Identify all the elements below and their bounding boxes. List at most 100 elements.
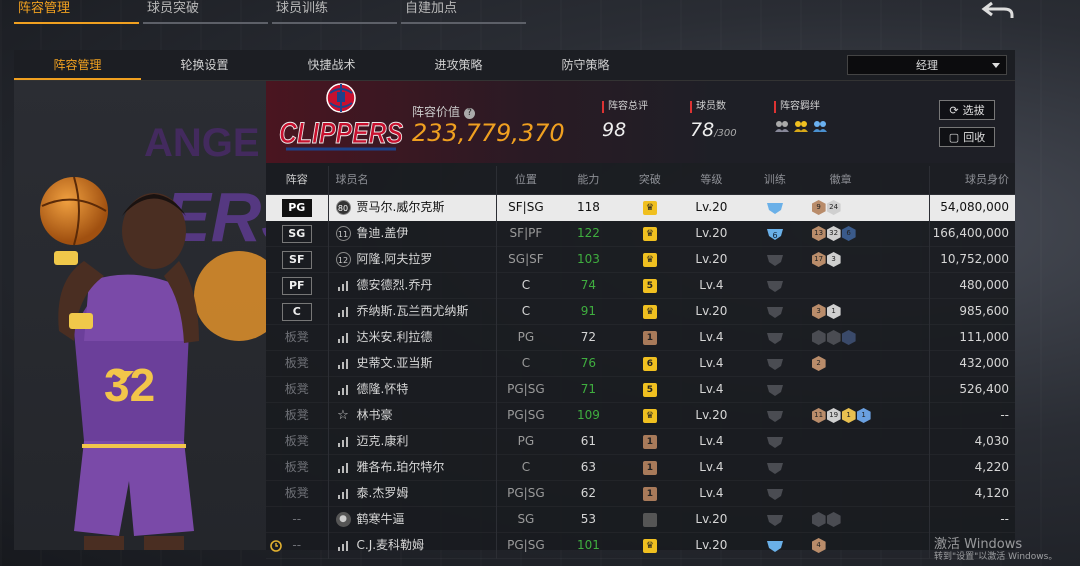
sub-tab-offense-strategy[interactable]: 进攻策略: [395, 50, 522, 80]
breakthrough-cell: 1: [619, 325, 681, 350]
badges-cell: [808, 273, 891, 298]
badge-hex-icon: 1: [841, 408, 856, 423]
table-row[interactable]: PG 80 贾马尔.威尔克斯 SF|SG 118 ♛ Lv.20 9 24 54,0…: [266, 195, 1015, 221]
lineup-bond-stat[interactable]: 阵容羁绊: [774, 101, 828, 133]
player-ability: 71: [580, 382, 597, 396]
bond-group-icon: [794, 121, 808, 132]
player-level: Lv.20: [695, 226, 728, 240]
lineup-slot-cell: 板凳: [266, 351, 328, 376]
sub-tab-defense-strategy[interactable]: 防守策略: [522, 50, 649, 80]
player-ability: 91: [580, 304, 597, 318]
column-divider: [496, 166, 497, 559]
training-shield-icon: [766, 332, 783, 344]
player-name: 雅各布.珀尔特尔: [356, 460, 445, 474]
badges-cell: 2: [808, 351, 891, 376]
table-row[interactable]: SF 12 阿隆.阿夫拉罗 SG|SF 103 ♛ Lv.20 17 3 10,75…: [266, 247, 1015, 273]
player-value: 4,030: [974, 434, 1009, 448]
svg-text:6: 6: [772, 231, 777, 240]
breakthrough-crown-icon: ♛: [642, 408, 657, 423]
training-cell: [742, 325, 807, 350]
table-row[interactable]: 板凳 德隆.怀特 PG|SG 71 5 Lv.4 526,400: [266, 377, 1015, 403]
lineup-slot-cell: 板凳: [266, 403, 328, 428]
badge-hex-icon: 19: [826, 408, 841, 423]
breakthrough-crown-icon: ♛: [642, 200, 657, 215]
table-row[interactable]: 板凳 ☆ 林书豪 PG|SG 109 ♛ Lv.20 11 19 1 1 --: [266, 403, 1015, 429]
badges-cell: [808, 507, 891, 532]
lineup-value-label: 阵容价值?: [412, 103, 476, 120]
player-position: PG: [517, 330, 535, 344]
lineup-bond-label: 阵容羁绊: [774, 101, 828, 113]
top-tab-lineup[interactable]: 阵容管理: [14, 0, 139, 24]
player-level: Lv.20: [695, 512, 728, 526]
table-row[interactable]: -- C.J.麦科勒姆 PG|SG 101 ♛ Lv.20 4: [266, 533, 1015, 559]
lineup-slot: --: [292, 512, 302, 526]
featured-player-portrait[interactable]: ANGE ERS 32: [14, 81, 266, 550]
table-row[interactable]: 板凳 史蒂文.亚当斯 C 76 6 Lv.4 2 432,000: [266, 351, 1015, 377]
lineup-slot-cell: 板凳: [266, 481, 328, 506]
signal-bars-icon: [337, 281, 348, 291]
signal-bars-icon: [337, 489, 348, 499]
table-row[interactable]: 板凳 泰.杰罗姆 PG|SG 62 1 Lv.4 4,120: [266, 481, 1015, 507]
signal-bars-icon: [337, 385, 348, 395]
badge-hex-icon: 17: [811, 252, 826, 267]
top-tab-breakthrough[interactable]: 球员突破: [143, 0, 268, 24]
signal-bars-icon: [337, 333, 348, 343]
player-count-number: 78: [690, 119, 715, 141]
badge-hex-icon: 9: [811, 200, 826, 215]
training-shield-icon: [766, 540, 783, 552]
breakthrough-crown-icon: ♛: [642, 226, 657, 241]
player-number-icon: 11: [335, 226, 351, 241]
player-name: 迈克.康利: [356, 434, 409, 448]
lineup-slot-cell: PG: [266, 195, 328, 220]
sub-tab-lineup[interactable]: 阵容管理: [14, 50, 141, 80]
player-value: 166,400,000: [932, 226, 1009, 240]
training-shield-icon: [766, 384, 783, 396]
pick-button[interactable]: ⟳ 选拔: [939, 100, 995, 120]
top-tab-training[interactable]: 球员训练: [272, 0, 397, 24]
player-value: 526,400: [959, 382, 1009, 396]
top-tab-bar: 阵容管理 球员突破 球员训练 自建加点: [14, 0, 530, 26]
player-level: Lv.20: [695, 538, 728, 552]
breakthrough-cell: 5: [619, 273, 681, 298]
player-name-cell: 泰.杰罗姆: [328, 481, 495, 506]
player-ability: 62: [580, 486, 597, 500]
manager-dropdown[interactable]: 经理: [847, 55, 1007, 75]
lineup-rating-label: 阵容总评: [602, 101, 648, 113]
badge-hex-icon: 6: [841, 226, 856, 241]
training-cell: [742, 351, 807, 376]
lineup-slot-cell: SG: [266, 221, 328, 246]
chevron-down-icon: [992, 63, 1000, 68]
training-cell: [742, 403, 807, 428]
breakthrough-crown-icon: ♛: [642, 252, 657, 267]
player-name: C.J.麦科勒姆: [356, 538, 425, 552]
table-row[interactable]: PF 德安德烈.乔丹 C 74 5 Lv.4 480,000: [266, 273, 1015, 299]
help-icon[interactable]: ?: [464, 108, 476, 119]
col-lineup: 阵容: [285, 173, 308, 186]
lineup-slot-cell: 板凳: [266, 325, 328, 350]
training-shield-icon: [766, 202, 783, 214]
breakthrough-level-badge: 1: [642, 330, 657, 345]
sub-tab-quick-tactics[interactable]: 快捷战术: [268, 50, 395, 80]
sub-tab-rotation[interactable]: 轮换设置: [141, 50, 268, 80]
player-name-cell: C.J.麦科勒姆: [328, 533, 495, 558]
player-position: SF|PF: [509, 226, 543, 240]
table-row[interactable]: 板凳 雅各布.珀尔特尔 C 63 1 Lv.4 4,220: [266, 455, 1015, 481]
table-row[interactable]: 板凳 达米安.利拉德 PG 72 1 Lv.4 111,000: [266, 325, 1015, 351]
badges-cell: 11 19 1 1: [808, 403, 891, 428]
sub-tab-bar: 阵容管理 轮换设置 快捷战术 进攻策略 防守策略 经理: [14, 50, 1015, 81]
breakthrough-cell: 1: [619, 429, 681, 454]
table-row[interactable]: SG 11 鲁迪.盖伊 SF|PF 122 ♛ Lv.20 6 13 32 6 166…: [266, 221, 1015, 247]
table-row[interactable]: 板凳 迈克.康利 PG 61 1 Lv.4 4,030: [266, 429, 1015, 455]
bond-group-icon: [775, 121, 789, 132]
badges-cell: [808, 377, 891, 402]
breakthrough-empty-icon: [642, 512, 657, 527]
top-tab-custom-points[interactable]: 自建加点: [401, 0, 526, 24]
back-arrow-icon[interactable]: [980, 0, 1016, 20]
table-row[interactable]: C 乔纳斯.瓦兰西尤纳斯 C 91 ♛ Lv.20 31 985,600: [266, 299, 1015, 325]
training-shield-icon: 6: [766, 228, 783, 240]
player-name: 乔纳斯.瓦兰西尤纳斯: [356, 304, 469, 318]
bg-text: ANGE: [144, 121, 260, 165]
table-row[interactable]: -- ● 鹤寒牛逼 SG 53 Lv.20 --: [266, 507, 1015, 533]
recycle-button[interactable]: ▢ 回收: [939, 127, 995, 147]
training-shield-icon: [766, 462, 783, 474]
